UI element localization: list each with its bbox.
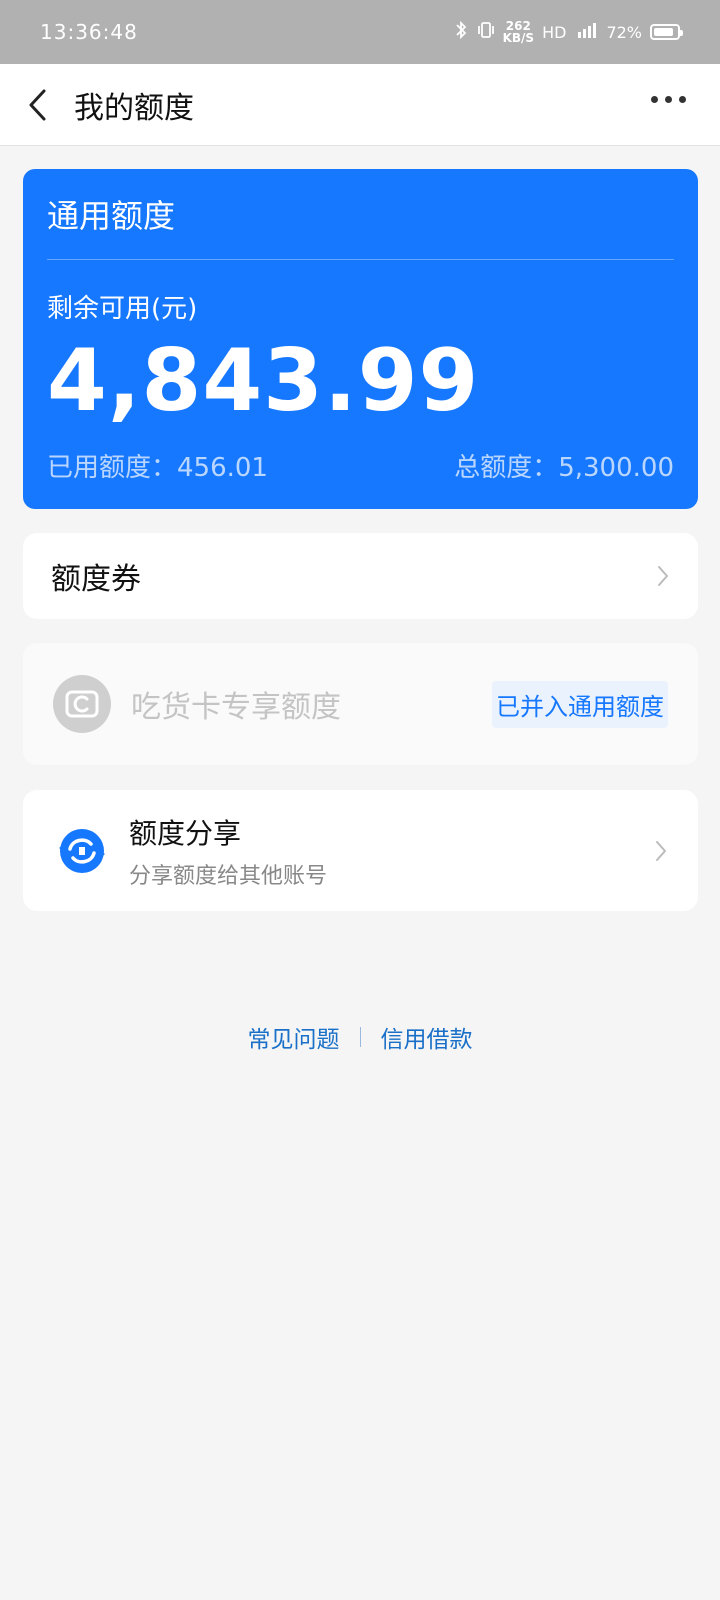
- network-speed: 262 KB/S: [502, 19, 535, 45]
- used-quota: 已用额度：456.01: [47, 453, 268, 483]
- quota-coupon-row[interactable]: 额度券: [23, 533, 698, 619]
- total-quota: 总额度：5,300.00: [454, 453, 674, 483]
- remaining-amount: 4,843.99: [47, 331, 480, 431]
- link-separator: [359, 1027, 361, 1047]
- vibrate-icon: [477, 21, 495, 43]
- divider: [47, 259, 674, 260]
- merged-badge: 已并入通用额度: [492, 680, 668, 728]
- status-icons: 262 KB/S HD 72%: [453, 19, 683, 45]
- quota-share-row[interactable]: 额度分享 分享额度给其他账号: [23, 790, 698, 911]
- quota-card-title: 通用额度: [47, 197, 176, 235]
- snack-card-quota-row: 吃货卡专享额度 已并入通用额度: [23, 643, 698, 765]
- coupon-label: 额度券: [51, 562, 141, 597]
- status-bar: 13:36:48 262 KB/S HD 72%: [0, 0, 720, 64]
- hd-indicator: HD: [542, 22, 567, 42]
- remaining-label: 剩余可用(元): [47, 294, 198, 324]
- quota-summary: 已用额度：456.01 总额度：5,300.00: [47, 447, 674, 484]
- footer-links: 常见问题 信用借款: [0, 1020, 720, 1054]
- battery-percent: 72%: [606, 22, 642, 42]
- share-title: 额度分享: [129, 816, 242, 850]
- signal-icon: [574, 21, 598, 43]
- more-button[interactable]: [651, 96, 686, 103]
- share-quota-icon: [59, 828, 105, 873]
- faq-link[interactable]: 常见问题: [248, 1020, 340, 1054]
- dot: [651, 96, 658, 103]
- chevron-right-icon: [658, 566, 668, 586]
- bluetooth-icon: [453, 20, 469, 43]
- general-quota-card: 通用额度 剩余可用(元) 4,843.99 已用额度：456.01 总额度：5,…: [23, 169, 698, 509]
- chevron-left-icon: [29, 89, 46, 120]
- snack-card-icon: [53, 675, 111, 733]
- dot: [665, 96, 672, 103]
- share-subtitle: 分享额度给其他账号: [129, 863, 328, 889]
- chevron-right-icon: [656, 840, 666, 861]
- battery-icon: [650, 24, 683, 40]
- status-time: 13:36:48: [40, 20, 138, 44]
- nav-bar: 我的额度: [0, 64, 720, 146]
- back-button[interactable]: [26, 85, 56, 125]
- dot: [679, 96, 686, 103]
- credit-loan-link[interactable]: 信用借款: [381, 1020, 473, 1054]
- page-title: 我的额度: [74, 90, 194, 126]
- snack-card-label: 吃货卡专享额度: [131, 690, 341, 725]
- share-text: 额度分享 分享额度给其他账号: [129, 812, 654, 890]
